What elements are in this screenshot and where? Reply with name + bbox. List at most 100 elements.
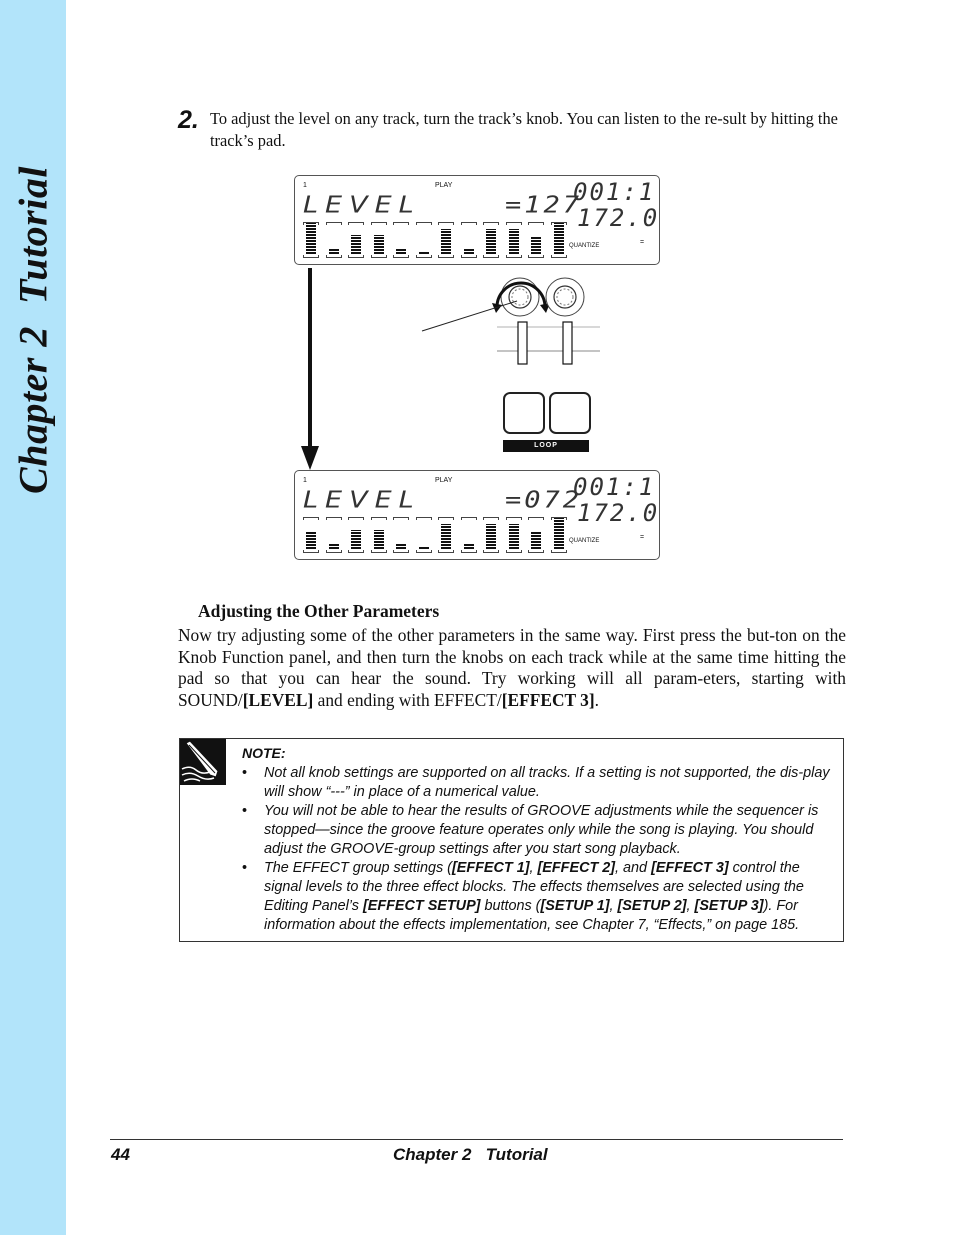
sidebar-chapter-title: Chapter 2 Tutorial [10,166,57,494]
meter-base [483,550,499,553]
meter-fill [463,248,474,254]
meter-cap [348,517,364,520]
level-meter [438,222,454,258]
meter-cap [325,222,342,225]
lcd-position: 001:1 [573,178,656,206]
note-text: You will not be able to hear the results… [264,803,819,857]
sidebar-chapter-name: Tutorial [10,166,56,305]
lcd-quantize-label: QUANTIZE [569,538,600,544]
paragraph-key-effect3: [EFFECT 3] [501,690,595,711]
meter-fill [396,543,406,549]
meter-base [325,550,342,553]
paragraph-key-level: [LEVEL] [242,690,314,711]
level-meter [505,222,522,258]
lcd-quantize-value: = [640,534,645,541]
meter-base [303,550,319,553]
step-text: To adjust the level on any track, turn t… [210,109,838,150]
level-meter [505,517,522,553]
level-meter [415,517,432,553]
meter-base [370,255,387,258]
meter-base [348,255,364,258]
note-text: The EFFECT group settings ( [264,860,452,876]
meter-base [505,255,522,258]
footer-chapter-title: Chapter 2 Tutorial [393,1145,548,1164]
meter-cap [415,517,432,520]
lcd-quantize-value: = [640,239,645,246]
meter-fill [486,229,496,254]
meter-fill [531,532,541,549]
meter-fill [508,524,519,549]
note-text: , [529,860,538,876]
bullet-icon: • [242,860,248,876]
meter-base [438,550,454,553]
note-text: , [686,898,695,914]
note-list: • Not all knob settings are supported on … [242,764,836,935]
level-meter [303,222,319,258]
meter-fill [418,251,429,254]
meter-cap [325,517,342,520]
track-pad-1[interactable] [503,392,545,434]
note-key-label: [EFFECT 2] [537,860,616,876]
track-pad-2[interactable] [549,392,591,434]
level-meter [303,517,319,553]
meter-cap [370,222,387,225]
meter-base [325,255,342,258]
meter-base [370,550,387,553]
meter-cap [393,517,409,520]
meter-base [415,255,432,258]
bullet-icon: • [242,803,248,819]
meter-cap [528,517,544,520]
track-controls-illustration [421,277,600,365]
meter-cap [438,222,454,225]
meter-cap [505,222,522,225]
level-meter [483,222,499,258]
level-meter [460,222,477,258]
meter-cap [348,222,364,225]
page-number: 44 [111,1145,130,1164]
track-slider-1[interactable] [517,321,528,365]
level-meter [528,222,544,258]
meter-fill [531,237,541,254]
meter-base [303,255,319,258]
pencil-icon [180,739,226,785]
note-text: , [609,898,618,914]
meter-cap [483,517,499,520]
meter-cap [415,222,432,225]
meter-fill [463,543,474,549]
note-key-label: [EFFECT SETUP] [362,898,481,914]
meter-fill [373,235,384,254]
lcd-level-meters [303,222,567,258]
level-meter [393,222,409,258]
meter-fill [486,524,496,549]
meter-fill [373,530,384,549]
meter-base [528,550,544,553]
meter-fill [396,248,406,254]
meter-fill [441,229,451,254]
lcd-tempo: 172.0 [577,204,660,232]
meter-cap [370,517,387,520]
meter-base [505,550,522,553]
lcd-track-number: 1 [303,182,307,189]
meter-fill [553,223,564,254]
level-meter [393,517,409,553]
note-text: buttons ( [480,898,541,914]
meter-cap [460,517,477,520]
meter-cap [303,517,319,520]
meter-fill [508,229,519,254]
level-meter [370,222,387,258]
meter-fill [441,524,451,549]
note-text: , and [615,860,652,876]
track-knob-2[interactable] [545,277,585,317]
meter-cap [438,517,454,520]
lcd-mode: PLAY [435,477,453,484]
note-key-label: [SETUP 1] [540,898,610,914]
track-slider-2[interactable] [562,321,573,365]
meter-base [438,255,454,258]
note-key-label: [EFFECT 3] [651,860,729,876]
section-paragraph: Now try adjusting some of the other para… [178,625,846,712]
lcd-parameter: LEVEL [303,192,421,219]
note-item: • Not all knob settings are supported on … [242,764,836,802]
meter-cap [505,517,522,520]
bullet-icon: • [242,765,248,781]
note-key-label: [SETUP 3] [694,898,764,914]
